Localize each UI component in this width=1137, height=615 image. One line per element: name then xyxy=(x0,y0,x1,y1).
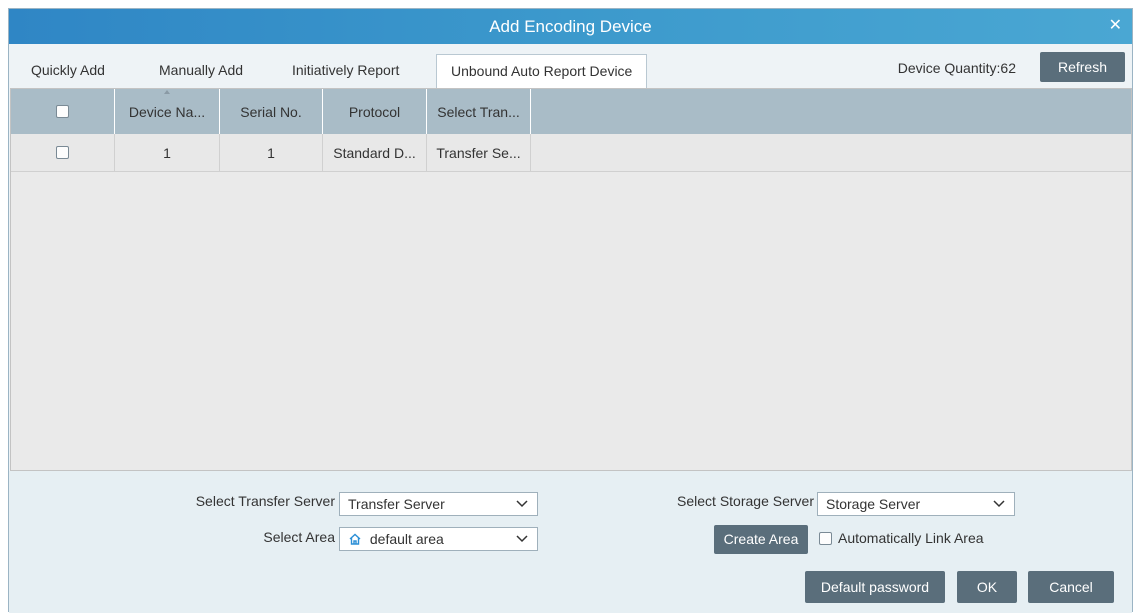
column-protocol[interactable]: Protocol xyxy=(323,89,427,134)
automatically-link-area-checkbox[interactable] xyxy=(819,532,832,545)
transfer-server-label: Select Transfer Server xyxy=(195,493,335,509)
area-label: Select Area xyxy=(263,529,335,545)
select-all-cell xyxy=(11,89,115,134)
storage-server-label: Select Storage Server xyxy=(677,493,814,509)
cell-device-name: 1 xyxy=(115,134,220,171)
refresh-button[interactable]: Refresh xyxy=(1040,52,1125,82)
automatically-link-area-option[interactable]: Automatically Link Area xyxy=(819,530,984,546)
column-label: Protocol xyxy=(348,103,401,120)
row-select-cell xyxy=(11,134,115,171)
tab-bar: Quickly Add Manually Add Initiatively Re… xyxy=(9,44,1132,88)
ok-button[interactable]: OK xyxy=(957,571,1017,603)
chevron-down-icon xyxy=(516,500,528,508)
column-label: Device Na... xyxy=(128,103,206,120)
select-all-checkbox[interactable] xyxy=(56,105,69,118)
default-password-button[interactable]: Default password xyxy=(805,571,945,603)
footer-panel: Select Transfer Server Transfer Server S… xyxy=(9,471,1132,613)
transfer-server-select[interactable]: Transfer Server xyxy=(339,492,538,516)
add-encoding-device-dialog: Add Encoding Device ✕ Quickly Add Manual… xyxy=(8,8,1133,613)
tab-manually-add[interactable]: Manually Add xyxy=(159,54,243,88)
cell-select-transfer: Transfer Se... xyxy=(427,134,531,171)
dialog-title: Add Encoding Device xyxy=(489,17,652,36)
transfer-server-value: Transfer Server xyxy=(348,496,445,512)
column-label: Select Tran... xyxy=(437,103,520,120)
title-bar[interactable]: Add Encoding Device ✕ xyxy=(9,9,1132,44)
column-select-transfer[interactable]: Select Tran... xyxy=(427,89,531,134)
column-label: Serial No. xyxy=(240,103,302,120)
cancel-button[interactable]: Cancel xyxy=(1028,571,1114,603)
create-area-button[interactable]: Create Area xyxy=(714,525,808,554)
cell-serial-no: 1 xyxy=(220,134,323,171)
storage-server-select[interactable]: Storage Server xyxy=(817,492,1015,516)
row-checkbox[interactable] xyxy=(56,146,69,159)
tab-quickly-add[interactable]: Quickly Add xyxy=(31,54,105,88)
table-header: Device Na... Serial No. Protocol Select … xyxy=(11,89,1131,134)
cell-protocol: Standard D... xyxy=(323,134,427,171)
device-quantity: Device Quantity:62 xyxy=(897,60,1016,76)
chevron-down-icon xyxy=(516,535,528,543)
storage-server-value: Storage Server xyxy=(826,496,921,512)
chevron-down-icon xyxy=(993,500,1005,508)
tab-initiatively-report[interactable]: Initiatively Report xyxy=(292,54,399,88)
sort-icon xyxy=(164,90,170,94)
table-row[interactable]: 1 1 Standard D... Transfer Se... xyxy=(11,134,1131,172)
column-device-name[interactable]: Device Na... xyxy=(115,89,220,134)
area-value: default area xyxy=(369,531,444,547)
device-table: Device Na... Serial No. Protocol Select … xyxy=(10,88,1132,471)
home-icon xyxy=(349,533,361,545)
tab-unbound-auto-report-device[interactable]: Unbound Auto Report Device xyxy=(436,54,648,88)
automatically-link-area-label: Automatically Link Area xyxy=(838,530,984,546)
column-serial-no[interactable]: Serial No. xyxy=(220,89,323,134)
area-select[interactable]: default area xyxy=(339,527,538,551)
close-icon[interactable]: ✕ xyxy=(1109,9,1122,42)
